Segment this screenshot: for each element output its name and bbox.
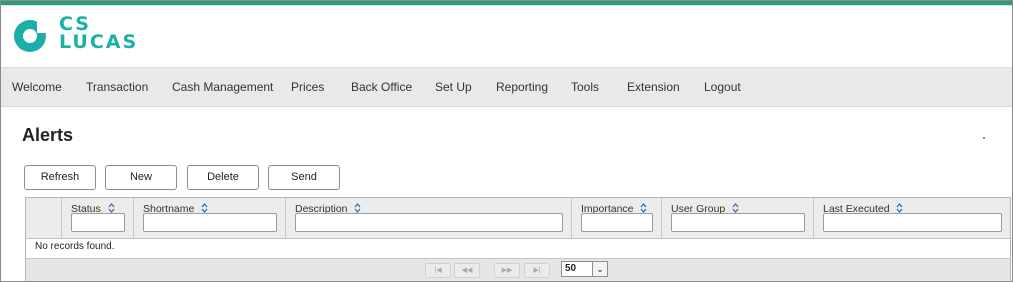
send-button[interactable]: Send [268, 165, 340, 190]
previous-page-icon[interactable]: ◀◀ [454, 263, 480, 278]
last-page-icon[interactable]: ▶| [524, 263, 550, 278]
sort-icon[interactable] [732, 203, 739, 213]
column-status[interactable]: Status [61, 198, 134, 238]
description-filter-input[interactable] [295, 213, 563, 232]
nav-item-cash-management[interactable]: Cash Management [172, 68, 273, 106]
user-group-filter-input[interactable] [671, 213, 805, 232]
nav-item-extension[interactable]: Extension [627, 68, 680, 106]
app-window: CS LUCAS Welcome Transaction Cash Manage… [0, 0, 1013, 282]
empty-message: No records found. [35, 241, 115, 252]
rows-per-page-select[interactable]: 50 ⌄ [561, 261, 608, 277]
paginator: |◀ ◀◀ ▶▶ ▶| 50 ⌄ [26, 258, 1010, 281]
chevron-down-icon[interactable]: ⌄ [592, 261, 608, 277]
delete-button[interactable]: Delete [187, 165, 259, 190]
main-nav: Welcome Transaction Cash Management Pric… [1, 67, 1012, 107]
sort-icon[interactable] [354, 203, 361, 213]
nav-item-set-up[interactable]: Set Up [435, 68, 472, 106]
page-dot [983, 137, 985, 139]
first-page-icon[interactable]: |◀ [425, 263, 451, 278]
column-importance[interactable]: Importance [571, 198, 662, 238]
sort-icon[interactable] [201, 203, 208, 213]
column-user-group[interactable]: User Group [661, 198, 814, 238]
column-description[interactable]: Description [285, 198, 572, 238]
nav-item-reporting[interactable]: Reporting [496, 68, 548, 106]
page-title: Alerts [22, 125, 74, 145]
sort-icon[interactable] [640, 203, 647, 213]
brand-line-2: LUCAS [59, 31, 139, 53]
importance-filter-input[interactable] [581, 213, 653, 232]
logo-mark-icon [14, 19, 47, 52]
brand-name: CS LUCAS [59, 15, 179, 53]
nav-item-transaction[interactable]: Transaction [86, 68, 148, 106]
nav-item-tools[interactable]: Tools [571, 68, 599, 106]
column-last-executed[interactable]: Last Executed [813, 198, 1011, 238]
shortname-filter-input[interactable] [143, 213, 277, 232]
next-page-icon[interactable]: ▶▶ [494, 263, 520, 278]
nav-item-prices[interactable]: Prices [291, 68, 324, 106]
refresh-button[interactable]: Refresh [24, 165, 96, 190]
last-executed-filter-input[interactable] [823, 213, 1002, 232]
status-filter-input[interactable] [71, 213, 125, 232]
new-button[interactable]: New [105, 165, 177, 190]
alerts-table: Status Shortname Description Importance … [25, 197, 1011, 281]
column-shortname[interactable]: Shortname [133, 198, 286, 238]
sort-icon[interactable] [896, 203, 903, 213]
nav-item-welcome[interactable]: Welcome [12, 68, 62, 106]
table-header: Status Shortname Description Importance … [26, 198, 1010, 239]
sort-icon[interactable] [108, 203, 115, 213]
rows-per-page-value: 50 [565, 263, 577, 274]
nav-item-logout[interactable]: Logout [704, 68, 741, 106]
nav-item-back-office[interactable]: Back Office [351, 68, 412, 106]
